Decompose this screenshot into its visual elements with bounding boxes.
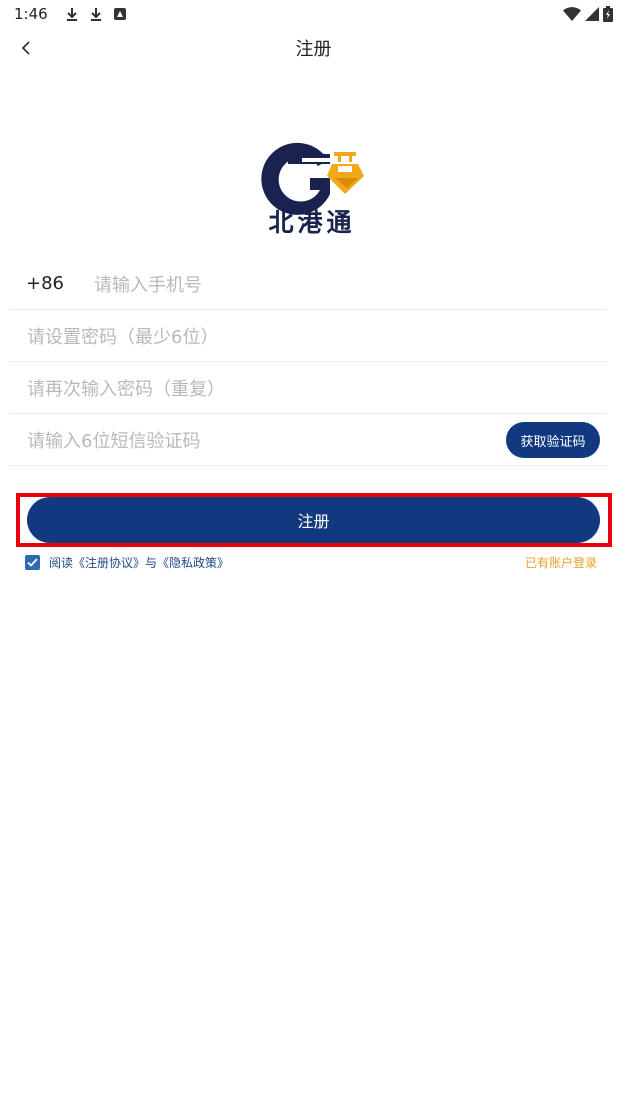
agreement-row: 阅读《注册协议》与《隐私政策》 已有账户登录: [25, 553, 597, 571]
register-button[interactable]: 注册: [27, 497, 600, 543]
signal-icon: [585, 7, 599, 21]
register-screen: 1:46 注册 北港通 +86 请输入手机号 请设置密码（最少6位） 请再次输入…: [0, 0, 627, 1114]
wifi-icon: [563, 7, 581, 21]
notification-icon: [113, 8, 126, 20]
status-time: 1:46: [14, 5, 48, 23]
back-button[interactable]: [12, 34, 40, 62]
battery-icon: [603, 6, 613, 22]
agreement-link[interactable]: 阅读《注册协议》与《隐私政策》: [49, 554, 229, 571]
login-link[interactable]: 已有账户登录: [525, 554, 597, 571]
password-input[interactable]: 请设置密码（最少6位）: [10, 310, 606, 361]
status-right: [563, 6, 613, 22]
confirm-password-row: 请再次输入密码（重复）: [10, 362, 606, 414]
get-code-button[interactable]: 获取验证码: [506, 422, 600, 458]
confirm-password-input[interactable]: 请再次输入密码（重复）: [10, 362, 606, 413]
status-left: 1:46: [14, 5, 126, 23]
password-row: 请设置密码（最少6位）: [10, 310, 606, 362]
page-title: 注册: [295, 39, 332, 60]
download-icon: [90, 8, 101, 21]
country-code[interactable]: +86: [10, 273, 94, 294]
register-form: +86 请输入手机号 请设置密码（最少6位） 请再次输入密码（重复） 请输入6位…: [10, 258, 606, 466]
download-icon: [66, 8, 77, 21]
phone-input[interactable]: 请输入手机号: [94, 258, 606, 309]
sms-code-row: 请输入6位短信验证码 获取验证码: [10, 414, 606, 466]
agreement-checkbox[interactable]: [25, 554, 40, 570]
nav-bar: 注册: [0, 28, 627, 68]
status-bar: 1:46: [0, 0, 627, 28]
phone-row: +86 请输入手机号: [10, 258, 606, 310]
brand-name: 北港通: [268, 208, 356, 237]
chevron-left-icon: [21, 41, 30, 55]
checkmark-icon: [27, 557, 38, 567]
